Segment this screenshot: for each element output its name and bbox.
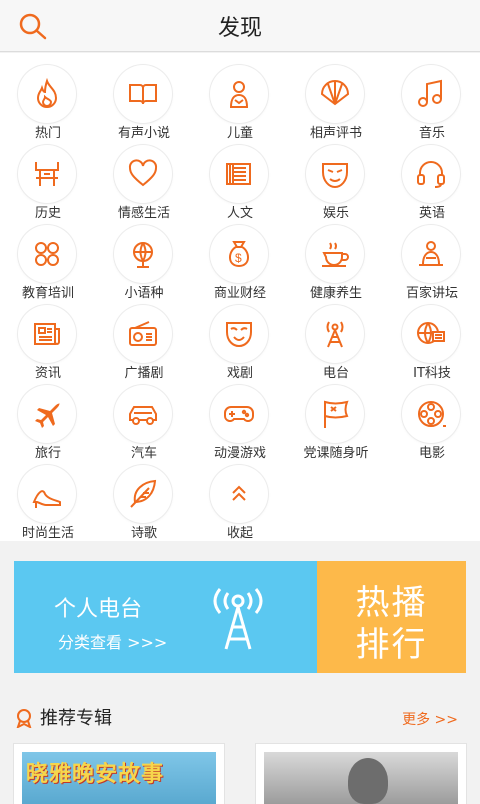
hot-ranking-line2: 排行 bbox=[355, 625, 428, 665]
opera-mask-icon bbox=[226, 322, 252, 348]
education-icon bbox=[35, 242, 59, 266]
category-audio-novel[interactable]: 有声小说 bbox=[96, 59, 192, 141]
category-label: 诗歌 bbox=[130, 526, 157, 541]
category-minor-languages[interactable]: 小语种 bbox=[96, 219, 192, 301]
page-title: 发现 bbox=[217, 16, 262, 41]
category-it-tech[interactable]: IT科技 bbox=[384, 299, 480, 381]
category-anime-games[interactable]: 动漫游戏 bbox=[192, 379, 288, 461]
airplane-icon bbox=[35, 403, 60, 428]
fire-icon bbox=[36, 78, 58, 108]
car-icon bbox=[129, 406, 157, 425]
category-radio-drama[interactable]: 广播剧 bbox=[96, 299, 192, 381]
section-title: 推荐专辑 bbox=[40, 708, 112, 729]
category-label: 收起 bbox=[226, 526, 253, 541]
tea-cup-icon bbox=[322, 242, 349, 267]
category-crosstalk[interactable]: 相声评书 bbox=[288, 59, 384, 141]
category-hot[interactable]: 热门 bbox=[0, 59, 96, 141]
radio-icon bbox=[129, 321, 157, 346]
category-news[interactable]: 资讯 bbox=[0, 299, 96, 381]
high-heel-icon bbox=[32, 490, 61, 508]
category-travel[interactable]: 旅行 bbox=[0, 379, 96, 461]
flag-icon bbox=[324, 400, 349, 428]
album-cover bbox=[264, 752, 458, 804]
lecture-icon bbox=[419, 241, 443, 266]
album-card[interactable]: 晓雅晚安故事 bbox=[14, 744, 224, 804]
category-english[interactable]: 英语 bbox=[384, 139, 480, 221]
fan-icon bbox=[320, 80, 350, 106]
headset-icon bbox=[417, 161, 445, 188]
hot-ranking-banner[interactable]: 热播 排行 bbox=[317, 561, 466, 673]
category-health[interactable]: 健康养生 bbox=[288, 219, 384, 301]
album-cover-text: 晓雅晚安故事 bbox=[26, 762, 165, 787]
category-fashion[interactable]: 时尚生活 bbox=[0, 459, 96, 541]
category-humanities[interactable]: 人文 bbox=[192, 139, 288, 221]
category-lecture[interactable]: 百家讲坛 bbox=[384, 219, 480, 301]
category-business[interactable]: $ 商业财经 bbox=[192, 219, 288, 301]
more-link[interactable]: 更多 >> bbox=[402, 709, 458, 729]
category-label: 电影 bbox=[418, 446, 445, 461]
feather-icon bbox=[130, 479, 157, 508]
money-bag-icon: $ bbox=[229, 241, 249, 268]
portrait-image bbox=[348, 758, 388, 804]
chevron-up-icon bbox=[232, 485, 246, 501]
category-history[interactable]: 历史 bbox=[0, 139, 96, 221]
category-radio-station[interactable]: 电台 bbox=[288, 299, 384, 381]
scroll-icon bbox=[226, 163, 251, 185]
category-music[interactable]: 音乐 bbox=[384, 59, 480, 141]
category-movie[interactable]: 电影 bbox=[384, 379, 480, 461]
personal-radio-banner[interactable]: 个人电台 分类查看 >>> bbox=[14, 561, 317, 673]
category-poetry[interactable]: 诗歌 bbox=[96, 459, 192, 541]
personal-radio-subtitle: 分类查看 >>> bbox=[58, 633, 168, 652]
collapse-button[interactable]: 收起 bbox=[192, 459, 288, 541]
category-label: 党课随身听 bbox=[303, 446, 369, 461]
globe-icon bbox=[133, 242, 153, 268]
category-label: 时尚生活 bbox=[21, 526, 74, 541]
radio-tower-icon bbox=[326, 321, 344, 348]
history-icon bbox=[35, 162, 59, 186]
category-education[interactable]: 教育培训 bbox=[0, 219, 96, 301]
category-car[interactable]: 汽车 bbox=[96, 379, 192, 461]
music-note-icon bbox=[418, 79, 442, 107]
radio-tower-icon bbox=[213, 588, 263, 650]
category-emotion[interactable]: 情感生活 bbox=[96, 139, 192, 221]
album-cover: 晓雅晚安故事 bbox=[22, 752, 216, 804]
svg-text:$: $ bbox=[235, 251, 242, 265]
album-card[interactable] bbox=[256, 744, 466, 804]
film-reel-icon bbox=[418, 401, 446, 427]
gamepad-icon bbox=[224, 406, 254, 422]
recommended-albums: 推荐专辑 更多 >> 晓雅晚安故事 bbox=[0, 696, 480, 804]
personal-radio-title: 个人电台 bbox=[54, 597, 143, 622]
category-party-lectures[interactable]: 党课随身听 bbox=[288, 379, 384, 461]
heart-icon bbox=[128, 159, 158, 187]
mask-icon bbox=[322, 163, 348, 189]
category-children[interactable]: 儿童 bbox=[192, 59, 288, 141]
feature-banner: 个人电台 分类查看 >>> 热播 排行 bbox=[14, 561, 466, 673]
book-icon bbox=[129, 84, 157, 105]
child-icon bbox=[229, 81, 249, 108]
top-bar: 发现 bbox=[0, 0, 480, 52]
award-icon bbox=[16, 709, 32, 728]
category-entertainment[interactable]: 娱乐 bbox=[288, 139, 384, 221]
newspaper-icon bbox=[34, 323, 60, 345]
category-grid: 热门 有声小说 儿童 相声评书 音乐 历史 情感生活 人文 娱乐 英语 教育培训… bbox=[0, 53, 480, 541]
it-tech-icon bbox=[417, 322, 445, 344]
category-drama[interactable]: 戏剧 bbox=[192, 299, 288, 381]
